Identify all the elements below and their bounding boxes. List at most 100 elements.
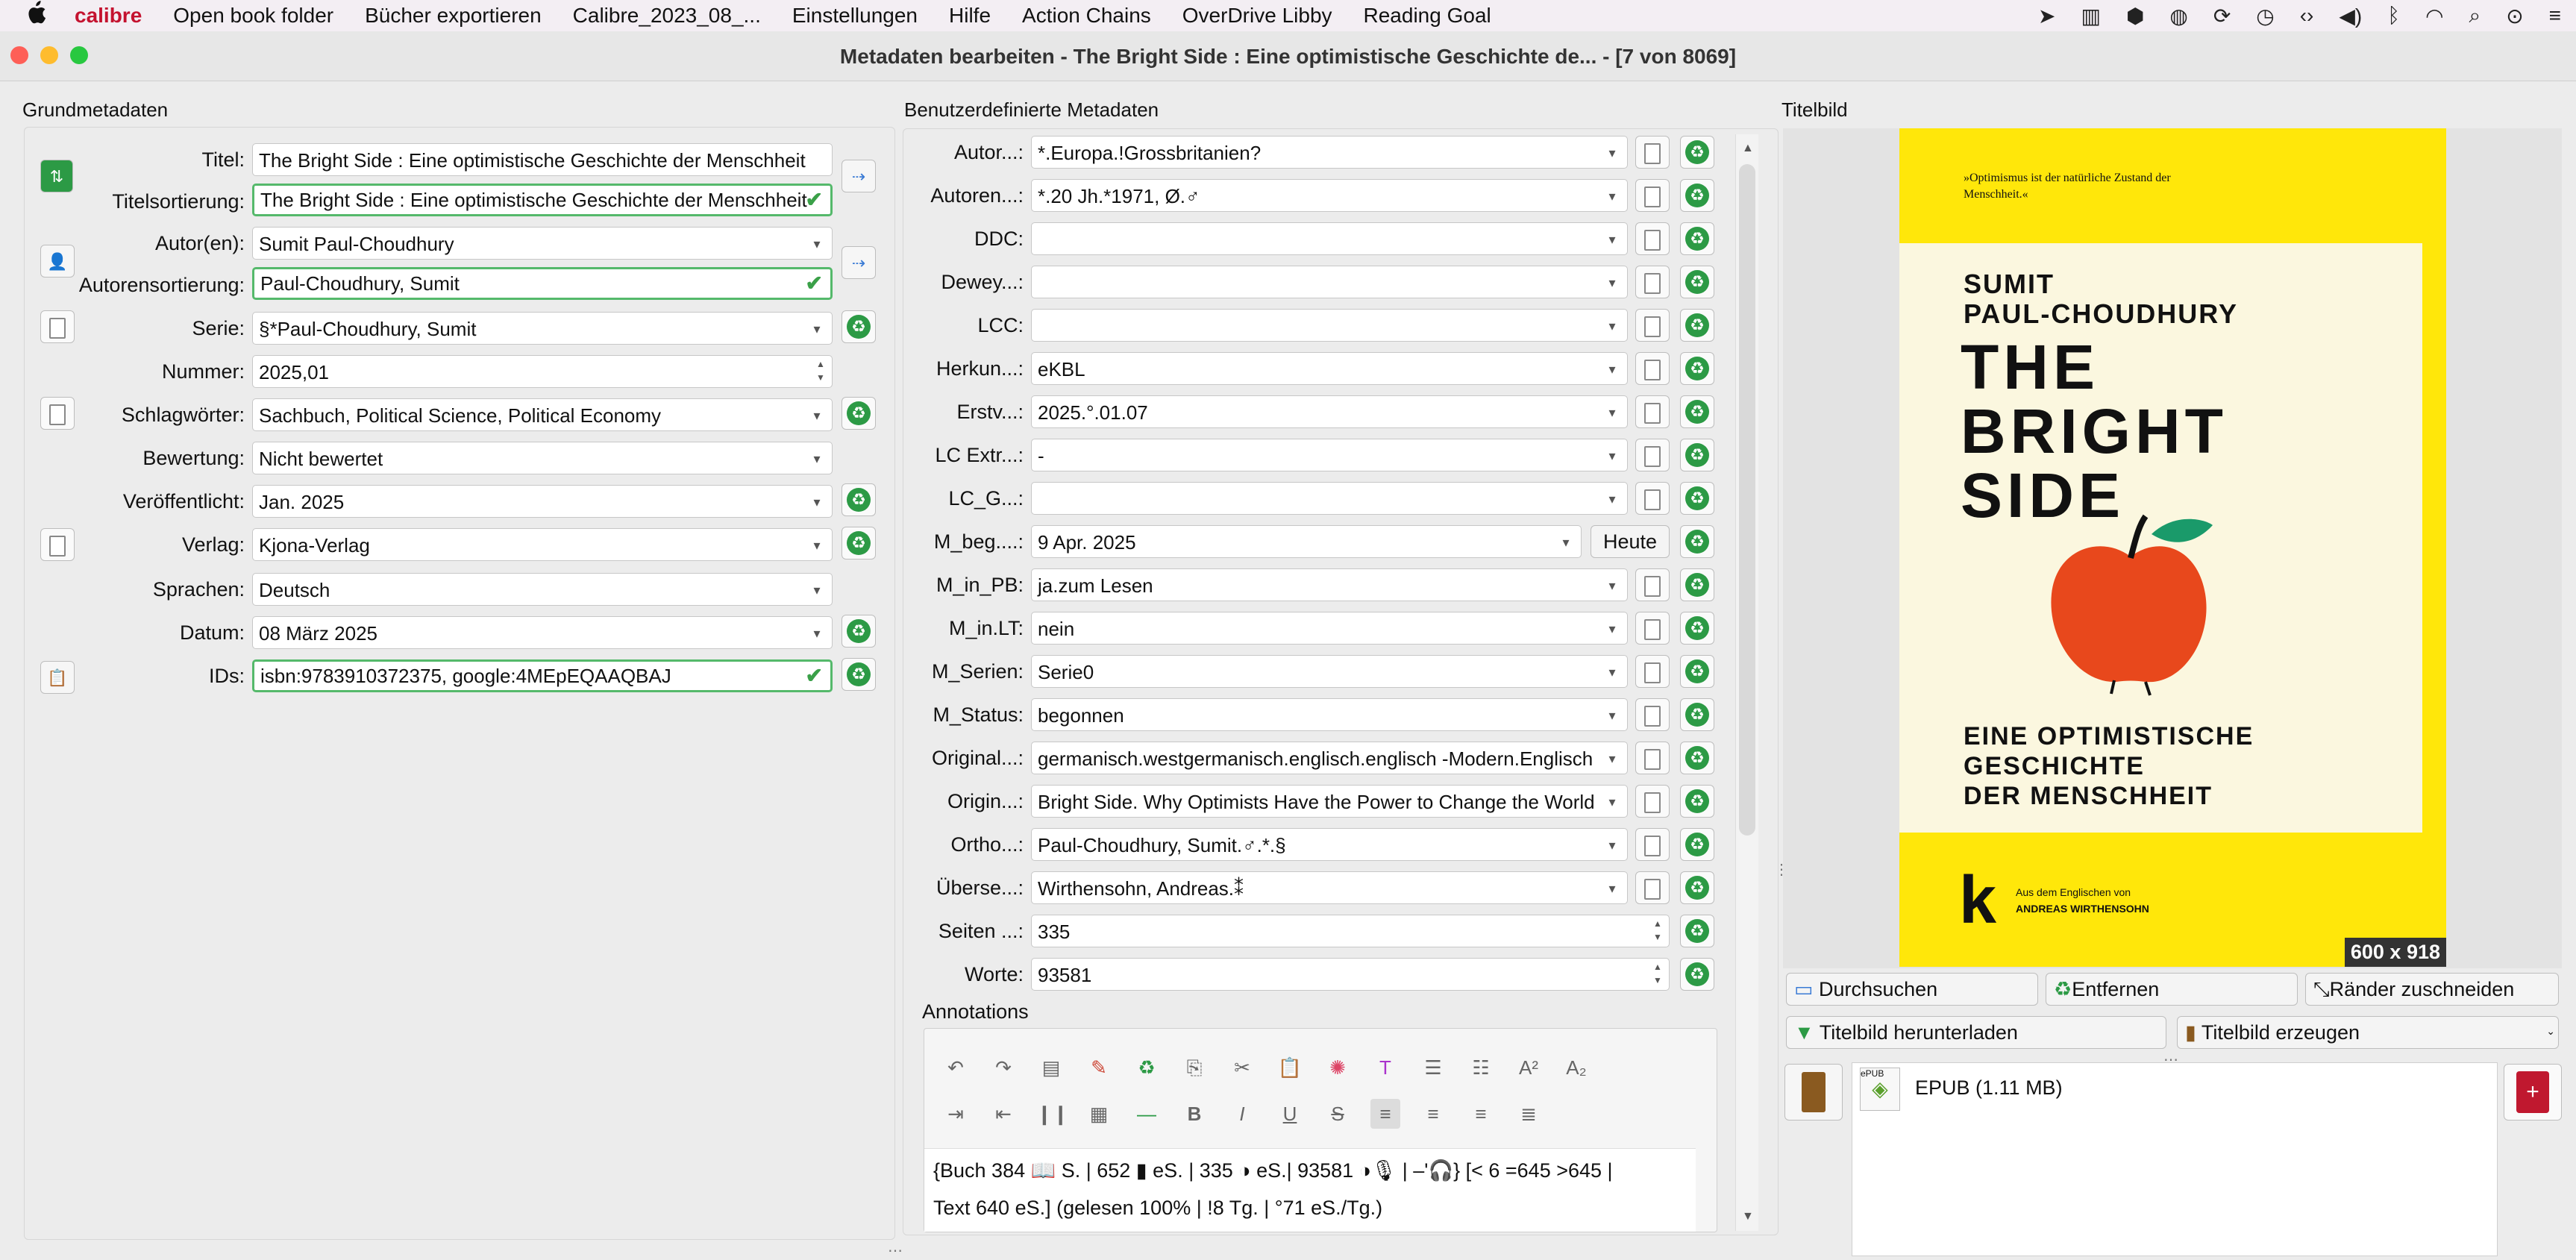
clear-field-button[interactable]: ♻: [1680, 266, 1714, 298]
series-combo[interactable]: §*Paul-Choudhury, Sumit ▾: [252, 312, 833, 345]
align-right-icon[interactable]: ≡: [1466, 1099, 1496, 1129]
custom-field-input[interactable]: germanisch.westgermanisch.englisch.engli…: [1031, 742, 1628, 774]
code-icon[interactable]: ‹›: [2300, 4, 2314, 28]
field-editor-button[interactable]: [1635, 352, 1670, 385]
bluetooth-icon[interactable]: ᛒ: [2387, 4, 2400, 28]
redo-icon[interactable]: ↷: [988, 1053, 1018, 1082]
dropdown-arrow-icon[interactable]: ▾: [1602, 396, 1623, 427]
outdent-icon[interactable]: ⇤: [988, 1099, 1018, 1129]
copy-icon[interactable]: ⎘: [1179, 1053, 1209, 1082]
clear-field-button[interactable]: ♻: [1680, 222, 1714, 255]
menu-help[interactable]: Hilfe: [949, 4, 991, 28]
dropdown-arrow-icon[interactable]: ▾: [1602, 180, 1623, 211]
clear-field-button[interactable]: ♻: [1680, 958, 1714, 991]
clear-field-button[interactable]: ♻: [1680, 395, 1714, 428]
dropdown-arrow-icon[interactable]: ▾: [1602, 699, 1623, 730]
custom-field-input[interactable]: nein ▾: [1031, 612, 1628, 645]
field-editor-button[interactable]: [1635, 698, 1670, 731]
clear-tags-button[interactable]: ♻: [842, 397, 876, 430]
field-editor-button[interactable]: [1635, 742, 1670, 774]
clear-field-button[interactable]: ♻: [1680, 828, 1714, 861]
download-cover-button[interactable]: ▼ Titelbild herunterladen: [1786, 1016, 2166, 1049]
custom-field-input[interactable]: begonnen ▾: [1031, 698, 1628, 731]
dropdown-arrow-icon[interactable]: ▾: [1602, 223, 1623, 254]
custom-field-input[interactable]: ▾: [1031, 482, 1628, 515]
cut-icon[interactable]: ✂: [1227, 1053, 1257, 1082]
format-item-epub[interactable]: EPUB (1.11 MB): [1915, 1076, 2063, 1100]
field-editor-button[interactable]: [1635, 179, 1670, 212]
field-editor-button[interactable]: [1635, 785, 1670, 818]
field-editor-button[interactable]: [1635, 482, 1670, 515]
scroll-thumb[interactable]: [1739, 164, 1755, 836]
books-icon[interactable]: ▥: [2081, 4, 2100, 28]
dropdown-arrow-icon[interactable]: ▾: [1602, 353, 1623, 384]
spin-arrows-icon[interactable]: ▲ ▼: [1649, 917, 1666, 944]
published-date-input[interactable]: Jan. 2025 ▾: [252, 485, 833, 518]
clear-field-button[interactable]: ♻: [1680, 698, 1714, 731]
search-icon[interactable]: ⌕: [2469, 4, 2481, 28]
clear-field-button[interactable]: ♻: [1680, 309, 1714, 342]
dropdown-arrow-icon[interactable]: ▾: [1602, 612, 1623, 644]
field-editor-button[interactable]: [1635, 439, 1670, 471]
menu-calibre-library[interactable]: Calibre_2023_08_...: [573, 4, 761, 28]
italic-icon[interactable]: I: [1227, 1099, 1257, 1129]
generate-cover-button[interactable]: ▮ Titelbild erzeugen ⌄: [2177, 1016, 2559, 1049]
clear-field-button[interactable]: ♻: [1680, 439, 1714, 471]
clear-field-button[interactable]: ♻: [1680, 742, 1714, 774]
dropdown-arrow-icon[interactable]: ▾: [1555, 526, 1576, 557]
strikethrough-icon[interactable]: S: [1323, 1099, 1353, 1129]
location-icon[interactable]: ➤: [2038, 4, 2055, 28]
dropdown-arrow-icon[interactable]: ▾: [1602, 872, 1623, 903]
dropdown-arrow-icon[interactable]: ▾: [806, 617, 827, 648]
clear-icon[interactable]: ♻: [1132, 1053, 1162, 1082]
author-to-sort-button[interactable]: ⇢: [842, 246, 876, 279]
dropdown-arrow-icon[interactable]: ▾: [806, 228, 827, 259]
menu-export-books[interactable]: Bücher exportieren: [365, 4, 542, 28]
annotations-text[interactable]: {Buch 384 📖 S. | 652 ▮ eS. | 335 ◑ eS.| …: [924, 1148, 1696, 1232]
custom-field-input[interactable]: Serie0 ▾: [1031, 655, 1628, 688]
align-left-icon[interactable]: ≡: [1370, 1099, 1400, 1129]
tags-combo[interactable]: Sachbuch, Political Science, Political E…: [252, 398, 833, 431]
custom-field-input[interactable]: Bright Side. Why Optimists Have the Powe…: [1031, 785, 1628, 818]
history-icon[interactable]: ◷: [2256, 4, 2274, 28]
justify-icon[interactable]: ≣: [1514, 1099, 1544, 1129]
cover-splitter-handle[interactable]: ⋯: [2163, 1050, 2178, 1069]
field-editor-button[interactable]: [1635, 828, 1670, 861]
custom-field-input[interactable]: Wirthensohn, Andreas.⁑ ▾: [1031, 871, 1628, 904]
indent-icon[interactable]: ⇥: [941, 1099, 971, 1129]
dropdown-arrow-icon[interactable]: ▾: [806, 313, 827, 344]
add-format-button[interactable]: +: [2504, 1064, 2562, 1120]
rating-combo[interactable]: Nicht bewertet ▾: [252, 442, 833, 474]
text-color-icon[interactable]: ✺: [1323, 1053, 1353, 1082]
clear-field-button[interactable]: ♻: [1680, 179, 1714, 212]
menu-action-chains[interactable]: Action Chains: [1022, 4, 1151, 28]
menu-app-calibre[interactable]: calibre: [75, 4, 142, 28]
custom-field-input[interactable]: 2025.°.01.07 ▾: [1031, 395, 1628, 428]
clear-field-button[interactable]: ♻: [1680, 352, 1714, 385]
dropdown-arrow-icon[interactable]: ▾: [1602, 569, 1623, 601]
scroll-up-icon[interactable]: ▲: [1742, 142, 1754, 155]
menu-reading-goal[interactable]: Reading Goal: [1364, 4, 1491, 28]
spin-arrows-icon[interactable]: ▲ ▼: [812, 357, 829, 384]
authors-combo[interactable]: Sumit Paul-Choudhury ▾: [252, 227, 833, 260]
remove-format-icon[interactable]: ✎: [1084, 1053, 1114, 1082]
dropdown-arrow-icon[interactable]: ▾: [806, 399, 827, 430]
custom-metadata-scrollbar[interactable]: ▲ ▼: [1735, 134, 1758, 1231]
subscript-icon[interactable]: A₂: [1561, 1053, 1591, 1082]
volume-icon[interactable]: ◀): [2339, 4, 2362, 28]
field-editor-button[interactable]: [1635, 222, 1670, 255]
bottom-splitter-handle[interactable]: ⋯: [888, 1241, 903, 1260]
custom-field-input[interactable]: 93581 ▲ ▼: [1031, 958, 1670, 991]
clear-published-button[interactable]: ♻: [842, 483, 876, 516]
clear-date-button[interactable]: ♻: [842, 615, 876, 648]
field-editor-button[interactable]: [1635, 655, 1670, 688]
dropdown-arrow-icon[interactable]: ▾: [1602, 786, 1623, 817]
custom-field-input[interactable]: ja.zum Lesen ▾: [1031, 568, 1628, 601]
select-all-icon[interactable]: ▤: [1036, 1053, 1066, 1082]
custom-field-input[interactable]: ▾: [1031, 266, 1628, 298]
field-editor-button[interactable]: [1635, 309, 1670, 342]
spin-arrows-icon[interactable]: ▲ ▼: [1649, 960, 1666, 987]
splitter-handle[interactable]: ⋮: [1774, 862, 1789, 877]
title-sort-input[interactable]: The Bright Side : Eine optimistische Ges…: [252, 184, 833, 216]
field-editor-button[interactable]: [1635, 568, 1670, 601]
